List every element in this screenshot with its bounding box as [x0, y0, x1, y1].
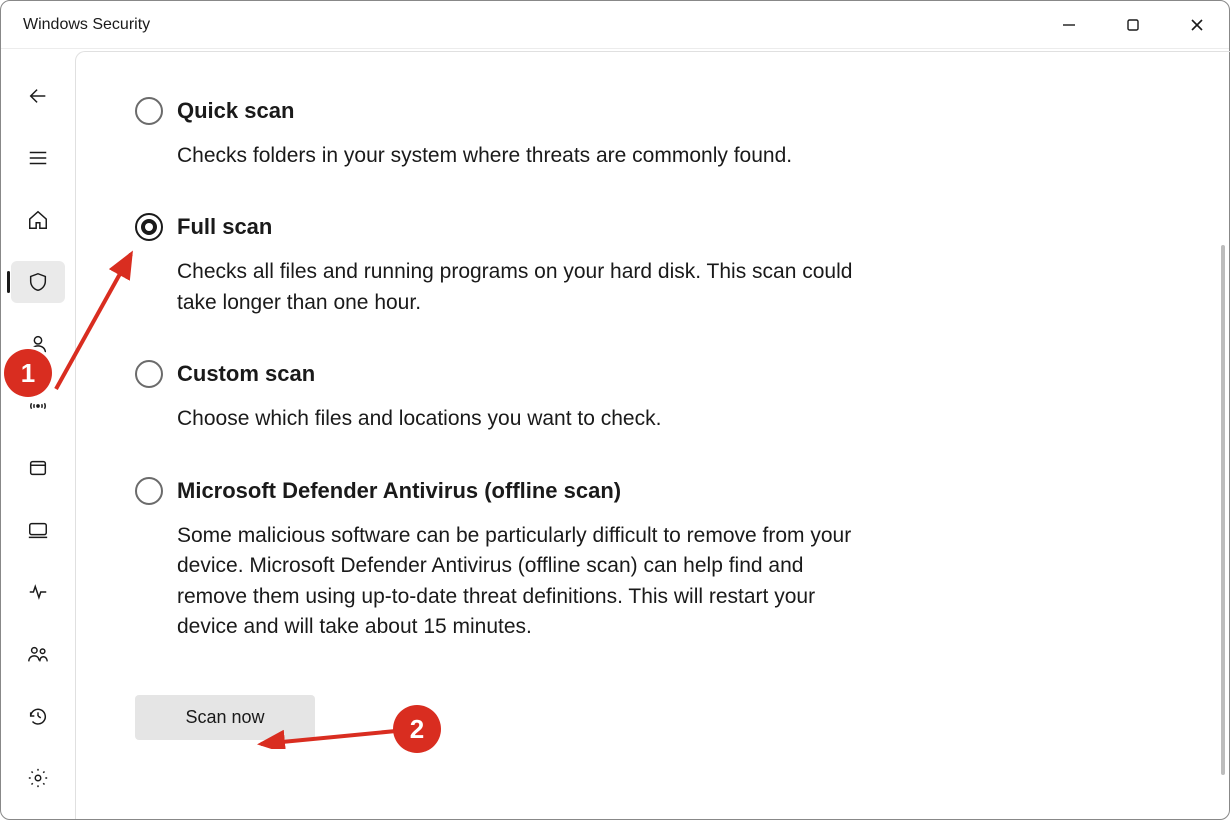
option-title: Custom scan	[177, 361, 315, 387]
scan-options-panel: Quick scan Checks folders in your system…	[75, 51, 1229, 819]
nav-virus-protection[interactable]	[11, 261, 65, 303]
sidebar-top	[1, 75, 75, 737]
annotation-badge-2: 2	[393, 705, 441, 753]
window-title: Windows Security	[23, 16, 150, 34]
maximize-button[interactable]	[1101, 1, 1165, 48]
sidebar-bottom	[1, 757, 75, 799]
option-header: Custom scan	[135, 360, 875, 388]
option-description: Some malicious software can be particula…	[177, 521, 875, 643]
annotation-badge-1: 1	[4, 349, 52, 397]
back-button[interactable]	[11, 75, 65, 117]
nav-app-browser-control[interactable]	[11, 447, 65, 489]
content-area: Quick scan Checks folders in your system…	[75, 49, 1229, 819]
radio-custom-scan[interactable]	[135, 360, 163, 388]
option-offline-scan: Microsoft Defender Antivirus (offline sc…	[135, 477, 875, 643]
minimize-button[interactable]	[1037, 1, 1101, 48]
nav-device-performance[interactable]	[11, 571, 65, 613]
option-header: Full scan	[135, 213, 875, 241]
close-button[interactable]	[1165, 1, 1229, 48]
nav-settings[interactable]	[11, 757, 65, 799]
title-bar: Windows Security	[1, 1, 1229, 49]
option-description: Checks all files and running programs on…	[177, 257, 875, 318]
option-custom-scan: Custom scan Choose which files and locat…	[135, 360, 875, 434]
option-description: Checks folders in your system where thre…	[177, 141, 875, 171]
radio-quick-scan[interactable]	[135, 97, 163, 125]
nav-family-options[interactable]	[11, 633, 65, 675]
option-title: Full scan	[177, 214, 272, 240]
scrollbar-thumb[interactable]	[1221, 245, 1225, 775]
hamburger-menu-button[interactable]	[11, 137, 65, 179]
option-full-scan: Full scan Checks all files and running p…	[135, 213, 875, 318]
window-root: Windows Security	[0, 0, 1230, 820]
option-header: Microsoft Defender Antivirus (offline sc…	[135, 477, 875, 505]
sidebar	[1, 49, 75, 819]
window-controls	[1037, 1, 1229, 48]
option-quick-scan: Quick scan Checks folders in your system…	[135, 97, 875, 171]
nav-device-security[interactable]	[11, 509, 65, 551]
radio-offline-scan[interactable]	[135, 477, 163, 505]
option-title: Quick scan	[177, 98, 294, 124]
window-body: Quick scan Checks folders in your system…	[1, 49, 1229, 819]
nav-home[interactable]	[11, 199, 65, 241]
option-description: Choose which files and locations you wan…	[177, 404, 875, 434]
option-header: Quick scan	[135, 97, 875, 125]
option-title: Microsoft Defender Antivirus (offline sc…	[177, 478, 621, 504]
radio-full-scan[interactable]	[135, 213, 163, 241]
scan-now-button[interactable]: Scan now	[135, 695, 315, 740]
nav-protection-history[interactable]	[11, 695, 65, 737]
